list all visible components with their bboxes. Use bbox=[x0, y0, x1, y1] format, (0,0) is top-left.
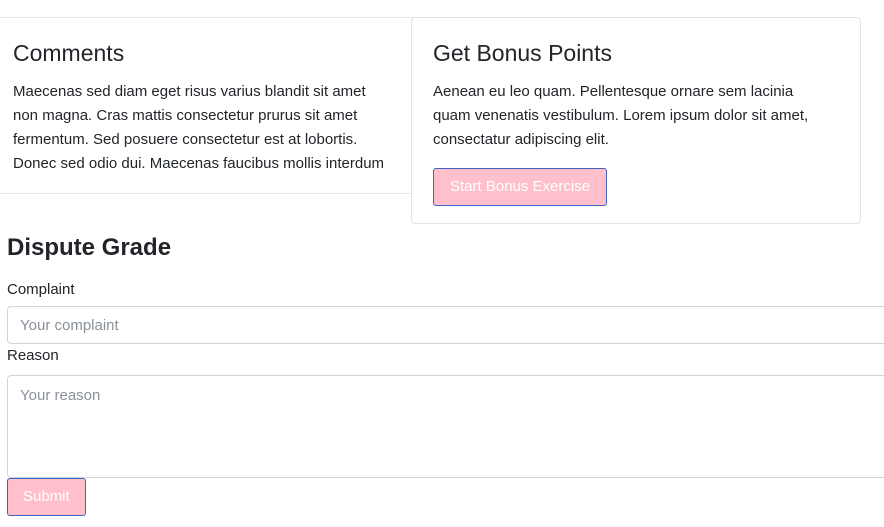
dispute-grade-title: Dispute Grade bbox=[7, 234, 172, 261]
comments-text: Maecenas sed diam eget risus varius blan… bbox=[13, 80, 420, 176]
bonus-text-line: Aenean eu leo quam. Pellentesque ornare … bbox=[433, 83, 794, 100]
comments-text-line: Donec sed odio dui. Maecenas faucibus mo… bbox=[13, 155, 385, 172]
comments-title: Comments bbox=[13, 40, 125, 66]
bonus-points-title: Get Bonus Points bbox=[433, 40, 612, 66]
complaint-label: Complaint bbox=[7, 281, 75, 298]
dispute-grade-form: Dispute Grade Complaint Reason Submit bbox=[7, 232, 884, 516]
bonus-points-text: Aenean eu leo quam. Pellentesque ornare … bbox=[433, 80, 840, 152]
bonus-points-card: Get Bonus Points Aenean eu leo quam. Pel… bbox=[411, 17, 861, 224]
comments-text-line: fermentum. Sed posuere consectetur est a… bbox=[13, 131, 358, 148]
comments-text-line: non magna. Cras mattis consectetur pruru… bbox=[13, 107, 358, 124]
start-bonus-exercise-button[interactable]: Start Bonus Exercise bbox=[433, 168, 608, 206]
reason-textarea[interactable] bbox=[7, 375, 884, 478]
bonus-text-line: quam venenatis vestibulum. Lorem ipsum d… bbox=[433, 107, 809, 124]
comments-text-line: Maecenas sed diam eget risus varius blan… bbox=[13, 83, 366, 100]
submit-button[interactable]: Submit bbox=[7, 478, 86, 516]
bonus-text-line: consectatur adipiscing elit. bbox=[433, 131, 609, 148]
complaint-input[interactable] bbox=[7, 306, 884, 344]
reason-label: Reason bbox=[7, 347, 59, 364]
comments-card: Comments Maecenas sed diam eget risus va… bbox=[0, 17, 420, 194]
